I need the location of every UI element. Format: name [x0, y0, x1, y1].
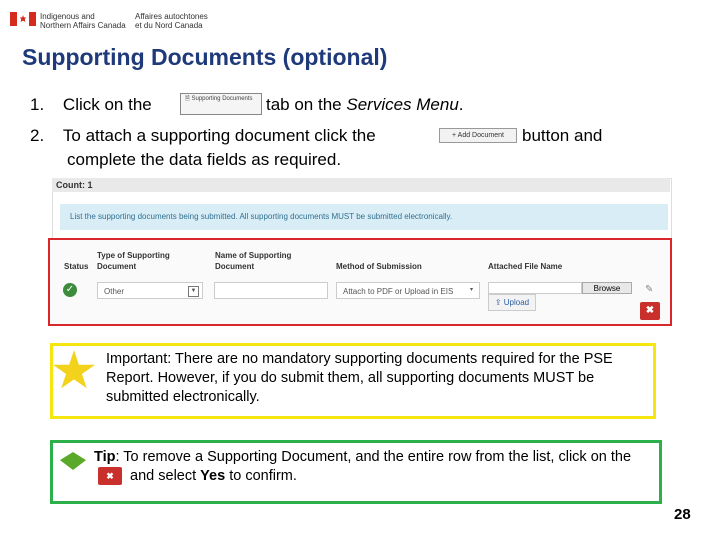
- dept-fr-line1: Affaires autochtones: [135, 12, 208, 21]
- delete-row-button[interactable]: ✖: [640, 302, 660, 320]
- tip-label: Tip: [94, 449, 116, 465]
- important-label: Important: [106, 351, 168, 367]
- document-type-select[interactable]: Other ▼: [97, 282, 203, 299]
- upload-icon: ⇪: [494, 298, 502, 307]
- department-name-fr: Affaires autochtones et du Nord Canada: [135, 12, 208, 30]
- supporting-documents-tab-image: 🗎 Supporting Documents: [180, 93, 262, 115]
- count-bar: Count: 1: [52, 178, 670, 192]
- canada-flag-icon: [10, 12, 36, 26]
- info-alert: List the supporting documents being subm…: [60, 204, 668, 230]
- step-2-text: To attach a supporting document click th…: [62, 126, 376, 145]
- step-1-end: .: [458, 95, 464, 114]
- submission-method-select[interactable]: Attach to PDF or Upload in EIS ▾: [336, 282, 480, 299]
- status-check-icon: ✓: [63, 283, 77, 297]
- page-number: 28: [674, 506, 691, 523]
- column-header-file: Attached File Name: [488, 262, 563, 271]
- important-body: : There are no mandatory supporting docu…: [106, 351, 613, 405]
- tip-body-1: : To remove a Supporting Document, and t…: [115, 449, 632, 465]
- edit-icon[interactable]: ✎: [645, 284, 653, 295]
- tab-image-label: Supporting Documents: [191, 96, 253, 102]
- step-2-line2: complete the data fields as required.: [67, 150, 342, 169]
- attached-file-field: [488, 282, 582, 294]
- document-icon: 🗎: [185, 96, 190, 102]
- step-2-number: 2.: [30, 126, 45, 145]
- delete-button-image: ✖: [98, 467, 122, 486]
- column-header-name: Name of Supporting Document: [215, 251, 292, 271]
- add-document-button-image: + Add Document: [439, 128, 517, 143]
- important-text: Important: There are no mandatory suppor…: [106, 350, 646, 407]
- step-1-number: 1.: [30, 95, 45, 114]
- dept-en-line2: Northern Affairs Canada: [40, 21, 126, 30]
- document-type-value: Other: [104, 287, 125, 296]
- chevron-down-icon: ▾: [469, 287, 473, 293]
- chevron-down-icon: ▼: [188, 286, 199, 297]
- browse-button[interactable]: Browse: [582, 282, 632, 294]
- tip-body-3: to confirm.: [229, 468, 297, 484]
- step-1-continued: tab on the Services Menu.: [266, 93, 464, 117]
- tip-text: Tip: To remove a Supporting Document, an…: [94, 448, 654, 486]
- upload-label: Upload: [503, 298, 530, 307]
- page-title: Supporting Documents (optional): [22, 44, 388, 70]
- step-2-post: button and: [522, 126, 603, 145]
- department-name-en: Indigenous and Northern Affairs Canada: [40, 12, 126, 30]
- column-header-status: Status: [64, 262, 89, 271]
- step-2: 2. To attach a supporting document click…: [30, 124, 376, 148]
- services-menu-label: Services Menu: [346, 95, 459, 114]
- document-name-input[interactable]: [214, 282, 328, 299]
- submission-method-value: Attach to PDF or Upload in EIS: [343, 287, 454, 296]
- step-1-text: Click on the: [62, 95, 152, 114]
- column-header-type: Type of Supporting Document: [97, 251, 170, 271]
- dept-en-line1: Indigenous and: [40, 12, 95, 21]
- step-1-post: tab on the: [266, 95, 342, 114]
- step-1: 1. Click on the: [30, 93, 152, 117]
- tip-body-2: and select: [130, 468, 197, 484]
- tip-yes-label: Yes: [200, 468, 226, 484]
- dept-fr-line2: et du Nord Canada: [135, 21, 203, 30]
- upload-button[interactable]: ⇪ Upload: [488, 294, 536, 311]
- column-header-method: Method of Submission: [336, 262, 422, 271]
